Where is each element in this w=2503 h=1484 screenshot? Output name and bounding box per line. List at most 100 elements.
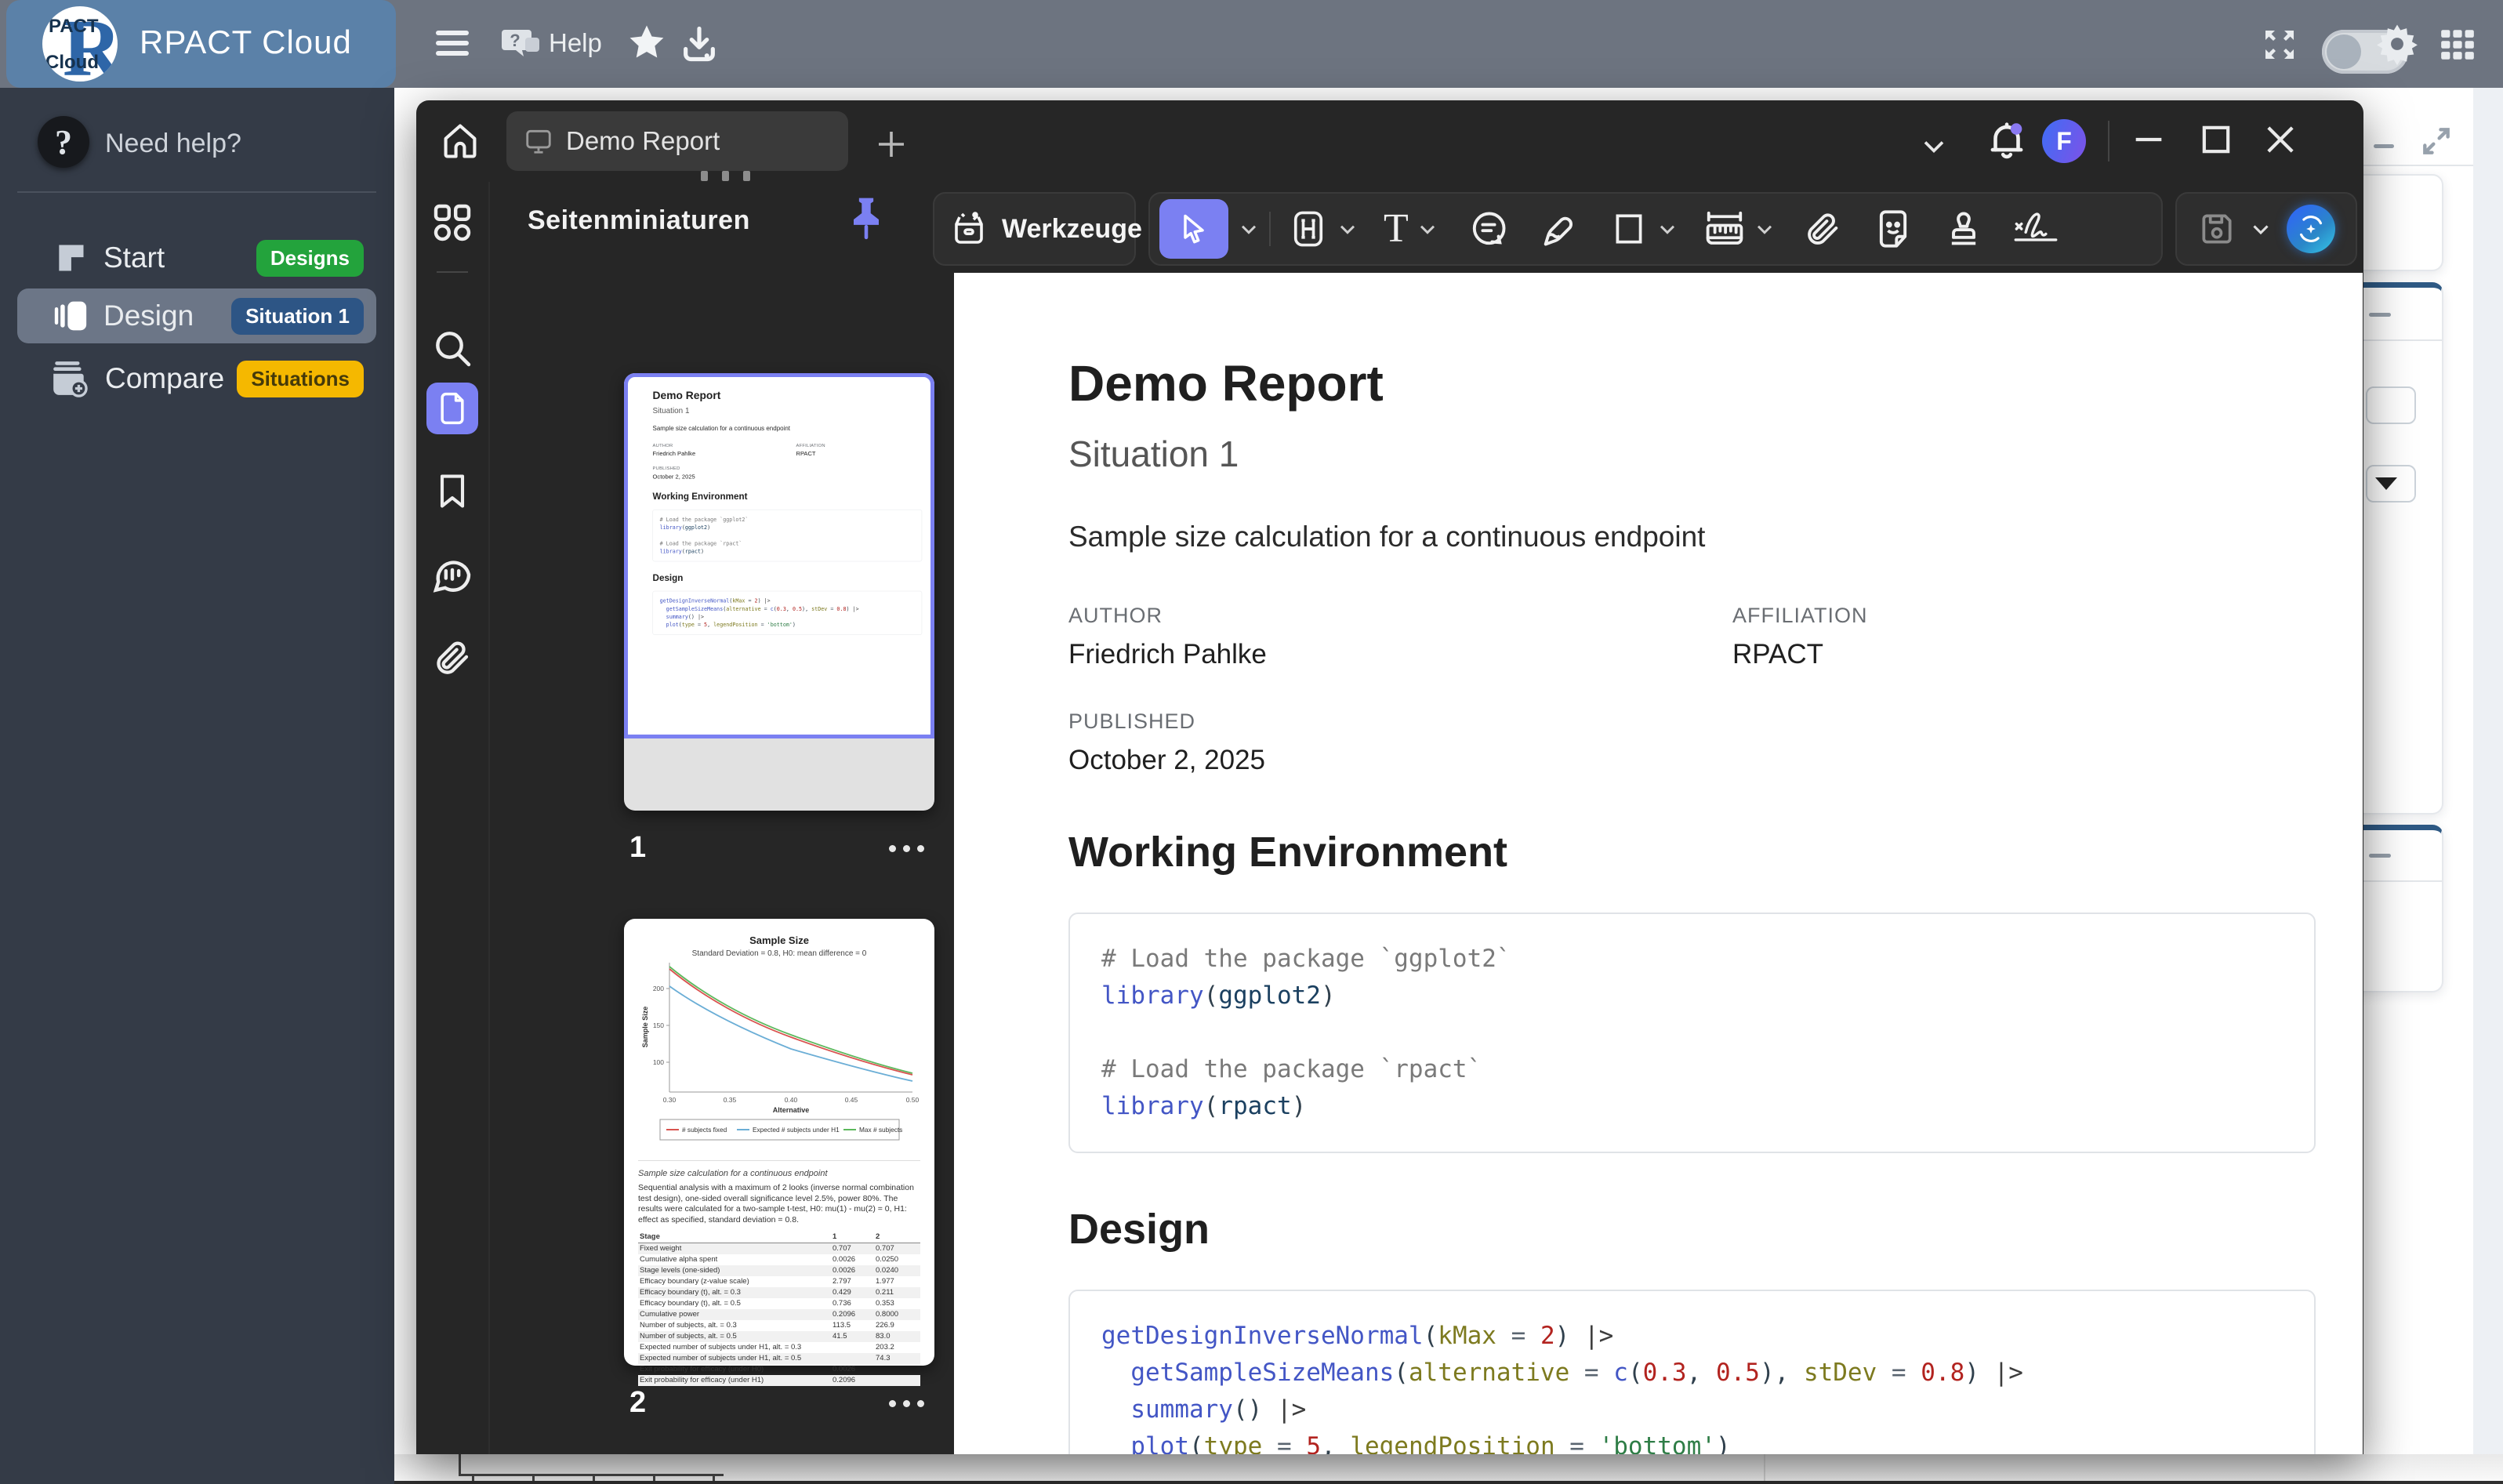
shape-rectangle-tool[interactable] bbox=[1609, 209, 1649, 249]
search-icon[interactable] bbox=[416, 326, 488, 370]
ai-assistant-button[interactable] bbox=[2287, 205, 2335, 253]
comment-tool[interactable] bbox=[1468, 209, 1509, 249]
text-tool[interactable]: T bbox=[1384, 209, 1409, 249]
mini-caption: Sample size calculation for a continuous… bbox=[638, 1169, 920, 1178]
measure-tool[interactable] bbox=[1703, 208, 1746, 250]
app-logo-block[interactable]: R PACT Cloud RPACT Cloud bbox=[6, 0, 396, 88]
fullscreen-icon[interactable] bbox=[2261, 26, 2298, 63]
measure-chevron-icon[interactable] bbox=[1752, 216, 1777, 241]
mini-doc-title: Demo Report bbox=[653, 389, 923, 401]
shape-chevron-icon[interactable] bbox=[1655, 216, 1680, 241]
avatar[interactable]: F bbox=[2042, 119, 2086, 163]
svg-text:Alternative: Alternative bbox=[773, 1106, 810, 1114]
thumbnail-page-1[interactable]: Demo Report Situation 1 Sample size calc… bbox=[624, 373, 934, 811]
annotation-toolbar: T bbox=[1148, 192, 2163, 266]
save-chevron-icon[interactable] bbox=[2247, 216, 2274, 242]
need-help-link[interactable]: Need help? bbox=[105, 129, 241, 159]
background-bottom-strip bbox=[394, 1454, 2503, 1484]
sidebar-item-label: Start bbox=[103, 241, 165, 274]
thumbnails-panel: Seitenminiaturen Demo Report Situation 1… bbox=[488, 182, 929, 1454]
page-thumbnails-tool[interactable] bbox=[416, 383, 488, 434]
svg-text:?: ? bbox=[510, 31, 520, 50]
tools-button[interactable]: Werkzeuge bbox=[933, 192, 1136, 266]
background-minimize-dash[interactable] bbox=[2374, 144, 2394, 148]
background-resize-icon[interactable] bbox=[2419, 124, 2454, 158]
sidebar-item-design[interactable]: Design Situation 1 bbox=[17, 288, 376, 343]
tools-label: Werkzeuge bbox=[1002, 214, 1142, 245]
doc-subtitle: Situation 1 bbox=[1068, 433, 2316, 475]
author-label: AUTHOR bbox=[1068, 604, 1732, 628]
document-icon bbox=[435, 391, 470, 426]
sidebar: ? Need help? Start Designs Design Situat… bbox=[0, 88, 394, 1484]
thumbnail-1-menu[interactable] bbox=[882, 842, 924, 856]
svg-text:0.40: 0.40 bbox=[785, 1096, 798, 1104]
background-input[interactable] bbox=[2366, 386, 2416, 424]
sticker-tool[interactable] bbox=[1873, 209, 1914, 249]
document-page[interactable]: Demo Report Situation 1 Sample size calc… bbox=[954, 273, 2363, 1454]
svg-text:0.50: 0.50 bbox=[906, 1096, 920, 1104]
help-question-icon[interactable]: ? bbox=[38, 116, 89, 168]
menu-icon[interactable] bbox=[436, 25, 469, 61]
background-right-gutter bbox=[2473, 88, 2503, 1454]
save-group bbox=[2175, 192, 2357, 266]
page-number: 2 bbox=[629, 1386, 646, 1420]
attach-tool[interactable] bbox=[1802, 209, 1843, 249]
bookmark-icon[interactable] bbox=[416, 470, 488, 511]
grid-view-icon[interactable] bbox=[2438, 25, 2477, 64]
thumbnail-2-menu[interactable] bbox=[882, 1397, 924, 1411]
mini-chart: Sample Size Standard Deviation = 0.8, H0… bbox=[638, 931, 920, 1152]
help-icon[interactable]: ? bbox=[502, 25, 542, 64]
thumbnail-page-2[interactable]: Sample Size Standard Deviation = 0.8, H0… bbox=[624, 919, 934, 1366]
save-icon[interactable] bbox=[2197, 209, 2236, 249]
stamp-tool[interactable] bbox=[1943, 209, 1984, 249]
sidebar-item-compare[interactable]: Compare Situations bbox=[17, 351, 376, 406]
heading-chevron-icon[interactable] bbox=[1335, 216, 1360, 241]
attachment-paperclip-icon[interactable] bbox=[416, 637, 488, 679]
svg-text:Sample Size: Sample Size bbox=[641, 1007, 649, 1048]
affiliation-value: RPACT bbox=[1732, 639, 1868, 670]
download-icon[interactable] bbox=[679, 24, 720, 64]
published-value: October 2, 2025 bbox=[1068, 745, 1732, 776]
new-tab-icon[interactable] bbox=[872, 125, 910, 163]
signature-tool[interactable] bbox=[2012, 209, 2059, 249]
apps-grid-icon[interactable] bbox=[416, 201, 488, 245]
settings-gear-icon[interactable] bbox=[2375, 22, 2419, 66]
document-tab[interactable]: Demo Report bbox=[506, 111, 848, 171]
heading-tool[interactable] bbox=[1288, 209, 1329, 249]
code-block-design: getDesignInverseNormal(kMax = 2) |> getS… bbox=[1068, 1290, 2316, 1454]
sidebar-item-label: Design bbox=[103, 299, 194, 332]
doc-description: Sample size calculation for a continuous… bbox=[1068, 521, 2316, 553]
section-heading-design: Design bbox=[1068, 1205, 2316, 1254]
tab-title: Demo Report bbox=[566, 126, 720, 156]
sidebar-item-start[interactable]: Start Designs bbox=[17, 230, 376, 285]
strip-divider bbox=[437, 271, 468, 273]
design-icon bbox=[53, 299, 88, 333]
thumbnail-1-page: Demo Report Situation 1 Sample size calc… bbox=[624, 373, 934, 738]
toggle-knob bbox=[2327, 34, 2361, 69]
home-icon[interactable] bbox=[440, 121, 481, 161]
panel-drag-handle[interactable] bbox=[694, 171, 757, 185]
select-cursor-tool[interactable] bbox=[1159, 199, 1228, 259]
text-chevron-icon[interactable] bbox=[1415, 216, 1440, 241]
comments-icon[interactable] bbox=[416, 553, 488, 597]
favorite-star-icon[interactable] bbox=[626, 22, 668, 64]
help-label[interactable]: Help bbox=[549, 28, 602, 58]
close-icon[interactable] bbox=[2258, 118, 2302, 161]
rpact-logo-icon: R PACT Cloud bbox=[42, 6, 118, 82]
situations-badge: Situations bbox=[237, 361, 364, 397]
notifications-bell-icon[interactable] bbox=[1984, 118, 2030, 163]
monitor-icon bbox=[524, 126, 553, 156]
designs-badge: Designs bbox=[256, 240, 364, 277]
cursor-chevron-icon[interactable] bbox=[1236, 216, 1261, 241]
background-divider bbox=[2363, 165, 2473, 166]
pin-icon[interactable] bbox=[844, 194, 888, 245]
mini-paragraph: Sequential analysis with a maximum of 2 … bbox=[638, 1183, 920, 1225]
svg-text:Max # subjects: Max # subjects bbox=[859, 1126, 902, 1134]
pen-tool[interactable] bbox=[1539, 209, 1580, 249]
background-dropdown[interactable] bbox=[2366, 465, 2416, 503]
chevron-down-icon[interactable] bbox=[1917, 129, 1951, 163]
compare-icon bbox=[50, 359, 89, 398]
maximize-icon[interactable] bbox=[2194, 118, 2238, 161]
minimize-icon[interactable] bbox=[2127, 118, 2171, 161]
code-block-working-environment: # Load the package `ggplot2`library(ggpl… bbox=[1068, 913, 2316, 1153]
